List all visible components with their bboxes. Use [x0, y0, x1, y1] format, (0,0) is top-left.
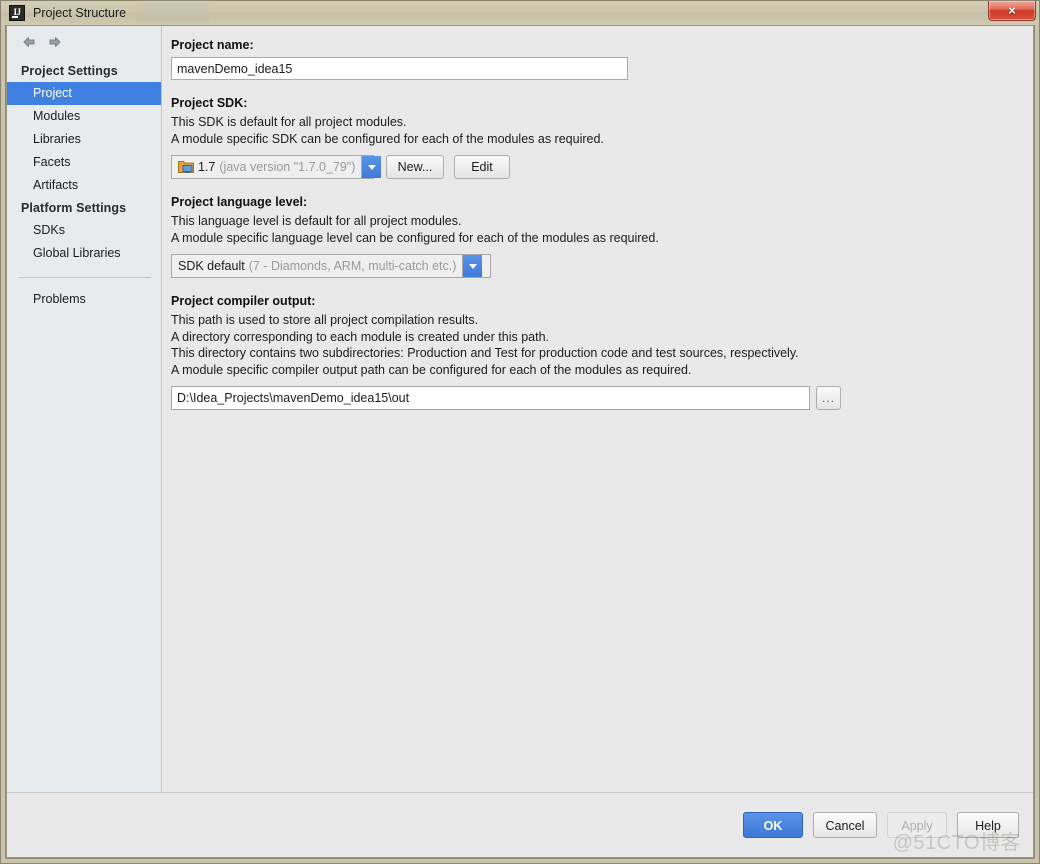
intellij-idea-logo-icon: IJ [9, 5, 25, 21]
compiler-output-description-line1: This path is used to store all project c… [171, 313, 479, 327]
compiler-output-description-line3: This directory contains two subdirectori… [171, 346, 799, 360]
sidebar-group-project-settings: Project Settings [21, 64, 118, 78]
project-sdk-combobox-face: 1.7 (java version "1.7.0_79") [172, 156, 361, 178]
edit-sdk-button[interactable]: Edit [454, 155, 510, 179]
panes-container: Project Settings Project Modules Librari… [7, 26, 1033, 793]
close-button[interactable]: × [988, 1, 1036, 21]
language-level-description-line1: This language level is default for all p… [171, 214, 462, 228]
compiler-output-input[interactable] [171, 386, 810, 410]
cancel-button[interactable]: Cancel [813, 812, 877, 838]
new-sdk-button[interactable]: New... [386, 155, 444, 179]
language-level-row: SDK default (7 - Diamonds, ARM, multi-ca… [171, 254, 1033, 278]
help-button[interactable]: Help [957, 812, 1019, 838]
sdk-folder-icon [178, 161, 194, 173]
project-language-level-label: Project language level: [171, 195, 308, 209]
chevron-down-icon[interactable] [361, 156, 382, 178]
compiler-output-description-line4: A module specific compiler output path c… [171, 362, 692, 377]
language-level-value: SDK default [178, 259, 245, 273]
dialog-body: Project Settings Project Modules Librari… [6, 25, 1034, 858]
arrow-left-icon[interactable] [21, 34, 37, 50]
chevron-down-icon[interactable] [462, 255, 483, 277]
project-structure-window: IJ Project Structure × Project Settings [0, 0, 1040, 864]
title-bar-blur-artifact [137, 2, 209, 22]
language-level-combobox-face: SDK default (7 - Diamonds, ARM, multi-ca… [172, 255, 462, 277]
project-sdk-description-line2: A module specific SDK can be configured … [171, 131, 604, 146]
sidebar-item-facets[interactable]: Facets [7, 151, 161, 174]
sidebar-item-sdks[interactable]: SDKs [7, 219, 161, 242]
project-sdk-value: 1.7 [198, 160, 216, 174]
sidebar-item-libraries[interactable]: Libraries [7, 128, 161, 151]
dialog-button-bar: OK Cancel Apply Help @51CTO博客 [7, 793, 1033, 857]
project-sdk-value-detail: (java version "1.7.0_79") [219, 160, 356, 174]
project-settings-content: Project name: Project SDK: This SDK is d… [162, 26, 1033, 792]
arrow-right-icon[interactable] [47, 34, 63, 50]
navigation-arrows [7, 32, 161, 60]
sidebar-item-modules[interactable]: Modules [7, 105, 161, 128]
sidebar-item-project[interactable]: Project [7, 82, 161, 105]
sidebar-item-artifacts[interactable]: Artifacts [7, 174, 161, 197]
title-bar: IJ Project Structure × [1, 1, 1039, 25]
window-title: Project Structure [33, 6, 127, 20]
sidebar-group-platform-settings: Platform Settings [21, 201, 127, 215]
project-name-label: Project name: [171, 38, 254, 52]
sidebar-divider [19, 277, 151, 278]
project-name-input[interactable] [171, 57, 628, 80]
project-sdk-label: Project SDK: [171, 96, 248, 110]
language-level-value-detail: (7 - Diamonds, ARM, multi-catch etc.) [248, 259, 457, 273]
close-icon: × [1008, 3, 1016, 18]
compiler-output-row: ... [171, 386, 1033, 410]
project-sdk-description-line1: This SDK is default for all project modu… [171, 115, 407, 129]
apply-button: Apply [887, 812, 947, 838]
project-compiler-output-label: Project compiler output: [171, 294, 316, 308]
project-sdk-row: 1.7 (java version "1.7.0_79") New... Edi… [171, 155, 1033, 179]
project-language-level-combobox[interactable]: SDK default (7 - Diamonds, ARM, multi-ca… [171, 254, 491, 278]
sidebar-item-global-libraries[interactable]: Global Libraries [7, 242, 161, 265]
settings-sidebar: Project Settings Project Modules Librari… [7, 26, 162, 792]
sidebar-item-problems[interactable]: Problems [7, 288, 161, 311]
compiler-output-description-line2: A directory corresponding to each module… [171, 329, 549, 344]
project-sdk-combobox[interactable]: 1.7 (java version "1.7.0_79") [171, 155, 382, 179]
language-level-description-line2: A module specific language level can be … [171, 230, 659, 245]
ok-button[interactable]: OK [743, 812, 803, 838]
browse-output-button[interactable]: ... [816, 386, 841, 410]
